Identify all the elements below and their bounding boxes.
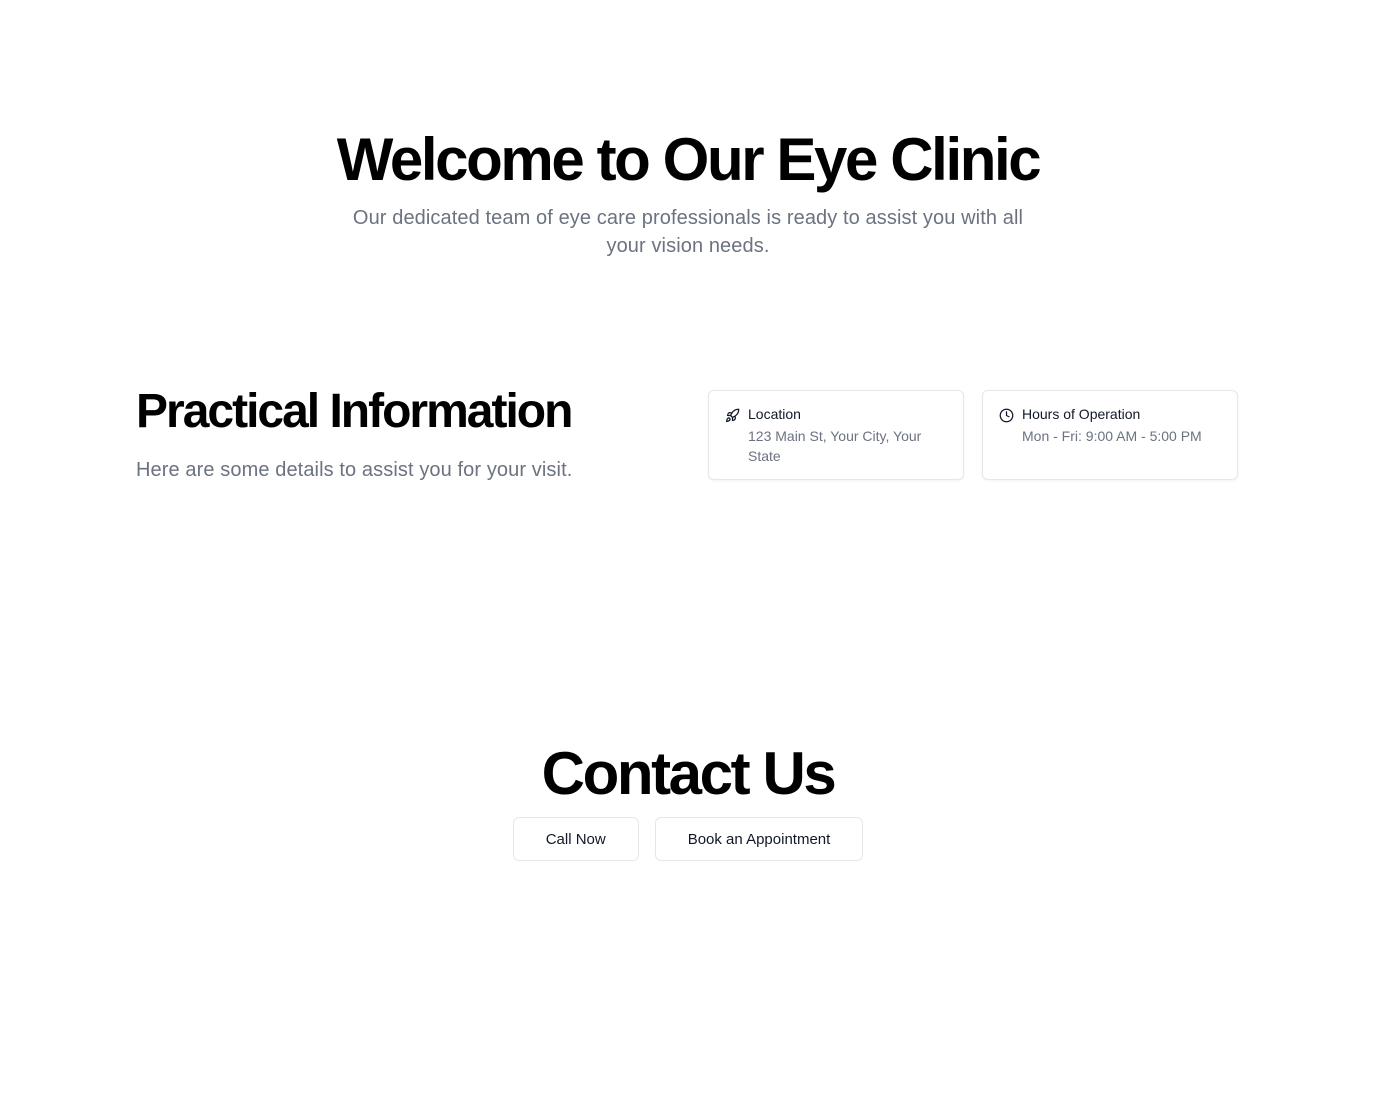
call-now-button[interactable]: Call Now [512, 817, 639, 861]
practical-info-title: Practical Information [136, 385, 573, 438]
contact-buttons: Call Now Book an Appointment [0, 817, 1376, 861]
location-detail: 123 Main St, Your City, Your State [748, 428, 922, 464]
clock-icon [999, 408, 1014, 423]
location-card: Location 123 Main St, Your City, Your St… [708, 390, 964, 480]
navigation-icon [725, 408, 740, 423]
location-heading: Location [748, 406, 801, 422]
book-appointment-button[interactable]: Book an Appointment [654, 817, 864, 861]
hours-card: Hours of Operation Mon - Fri: 9:00 AM - … [982, 390, 1238, 480]
contact-title: Contact Us [541, 740, 837, 807]
practical-info-subtitle: Here are some details to assist you for … [136, 459, 573, 481]
hours-heading: Hours of Operation [1022, 406, 1141, 422]
practical-info-intro: Practical Information Here are some deta… [136, 382, 656, 484]
hero-subtitle: Our dedicated team of eye care professio… [352, 207, 1024, 257]
hero-section: Welcome to Our Eye Clinic Our dedicated … [0, 124, 1376, 260]
hours-detail: Mon - Fri: 9:00 AM - 5:00 PM [1022, 428, 1202, 444]
contact-section: Contact Us Call Now Book an Appointment [0, 738, 1376, 861]
hero-title: Welcome to Our Eye Clinic [336, 126, 1042, 193]
